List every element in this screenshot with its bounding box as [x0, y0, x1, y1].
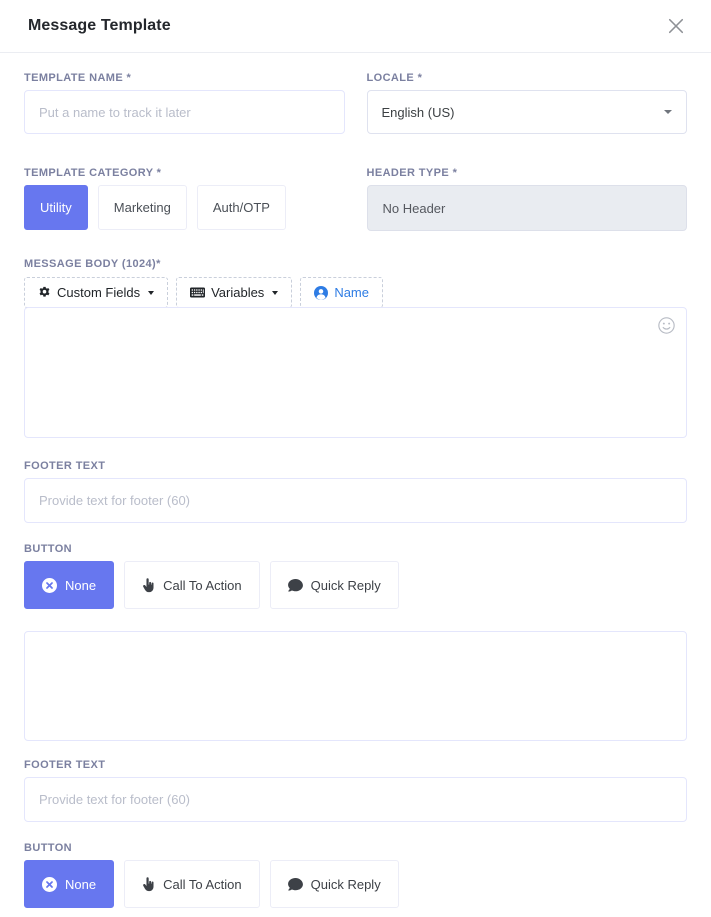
keyboard-icon [190, 287, 205, 298]
footer-text-input[interactable] [24, 478, 687, 523]
message-body-textarea[interactable] [24, 307, 687, 438]
page-title: Message Template [28, 17, 171, 35]
button-call-to-action-button-2[interactable]: Call To Action [124, 860, 260, 908]
locale-label: LOCALE * [367, 72, 688, 84]
variables-label: Variables [211, 285, 264, 300]
button-type-group: BUTTON None Call To Action [24, 543, 687, 609]
button-call-to-action-label: Call To Action [163, 578, 242, 593]
hand-pointer-icon [142, 877, 155, 892]
message-body-toolbar: Custom Fields Variables Name [24, 277, 687, 308]
button-none-label: None [65, 578, 96, 593]
second-body-group [24, 631, 687, 741]
second-body-textarea[interactable] [24, 631, 687, 741]
locale-select[interactable]: English (US) [367, 90, 688, 134]
button-quick-reply-button[interactable]: Quick Reply [270, 561, 399, 609]
header-type-label: HEADER TYPE * [367, 167, 688, 179]
close-button[interactable] [663, 13, 689, 39]
category-marketing-button[interactable]: Marketing [98, 185, 187, 230]
template-category-group: TEMPLATE CATEGORY * Utility Marketing Au… [24, 167, 345, 231]
name-label: Name [334, 285, 369, 300]
button-type-group-2: BUTTON None Call To Action [24, 842, 687, 908]
message-template-modal: Message Template TEMPLATE NAME * LOCALE … [0, 0, 711, 917]
button-quick-reply-label-2: Quick Reply [311, 877, 381, 892]
button-call-to-action-button[interactable]: Call To Action [124, 561, 260, 609]
footer-text-label-2: FOOTER TEXT [24, 759, 687, 771]
modal-header: Message Template [0, 0, 711, 53]
button-call-to-action-label-2: Call To Action [163, 877, 242, 892]
message-body-group: MESSAGE BODY (1024)* Custom Fields Varia… [24, 258, 687, 438]
locale-selected-value: English (US) [382, 105, 455, 120]
locale-group: LOCALE * English (US) [367, 72, 688, 134]
times-circle-icon [42, 578, 57, 593]
modal-body: TEMPLATE NAME * LOCALE * English (US) TE… [0, 53, 711, 917]
user-circle-icon [314, 286, 328, 300]
footer-text-group: FOOTER TEXT [24, 460, 687, 523]
button-group-label: BUTTON [24, 543, 687, 555]
button-quick-reply-label: Quick Reply [311, 578, 381, 593]
gear-icon [38, 286, 51, 299]
header-type-group: HEADER TYPE * No Header [367, 167, 688, 231]
button-none-label-2: None [65, 877, 96, 892]
times-circle-icon [42, 877, 57, 892]
template-name-group: TEMPLATE NAME * [24, 72, 345, 134]
header-type-field: No Header [367, 185, 688, 231]
template-name-label: TEMPLATE NAME * [24, 72, 345, 84]
smiley-icon [658, 317, 675, 334]
name-variable-button[interactable]: Name [300, 277, 383, 308]
caret-down-icon [148, 291, 154, 295]
template-category-label: TEMPLATE CATEGORY * [24, 167, 345, 179]
caret-down-icon [664, 110, 672, 114]
button-group-label-2: BUTTON [24, 842, 687, 854]
hand-pointer-icon [142, 578, 155, 593]
button-quick-reply-button-2[interactable]: Quick Reply [270, 860, 399, 908]
footer-text-group-2: FOOTER TEXT [24, 759, 687, 822]
footer-text-input-2[interactable] [24, 777, 687, 822]
emoji-picker-button[interactable] [656, 315, 677, 336]
custom-fields-dropdown-button[interactable]: Custom Fields [24, 277, 168, 308]
caret-down-icon [272, 291, 278, 295]
message-body-label: MESSAGE BODY (1024)* [24, 258, 687, 270]
close-icon [667, 17, 685, 35]
button-none-button-2[interactable]: None [24, 860, 114, 908]
button-none-button[interactable]: None [24, 561, 114, 609]
footer-text-label: FOOTER TEXT [24, 460, 687, 472]
template-name-input[interactable] [24, 90, 345, 134]
header-type-value: No Header [383, 201, 446, 216]
category-utility-button[interactable]: Utility [24, 185, 88, 230]
custom-fields-label: Custom Fields [57, 285, 140, 300]
variables-dropdown-button[interactable]: Variables [176, 277, 292, 308]
category-auth-otp-button[interactable]: Auth/OTP [197, 185, 286, 230]
comment-icon [288, 579, 303, 592]
comment-icon [288, 878, 303, 891]
